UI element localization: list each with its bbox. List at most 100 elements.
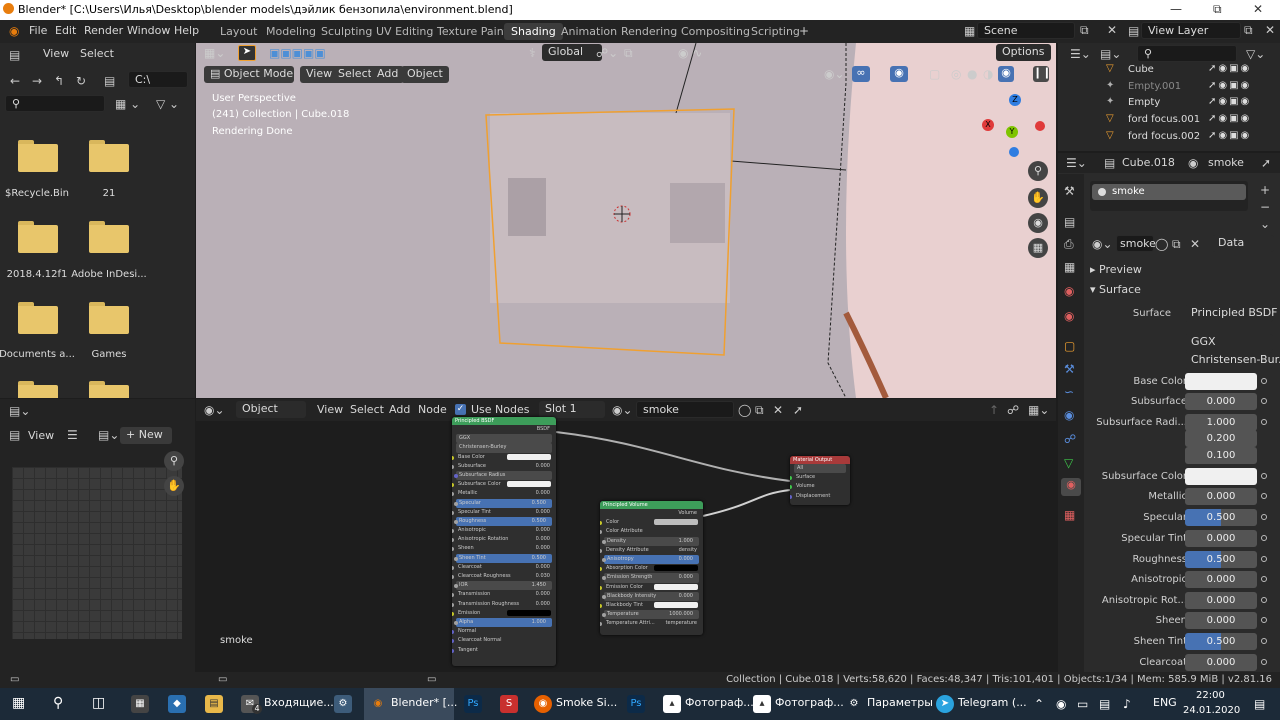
socket-icon[interactable] bbox=[600, 548, 602, 553]
principled-bsdf-node[interactable]: Principled BSDF BSDF GGX Christensen-Burl… bbox=[452, 417, 556, 666]
firefox-icon[interactable]: ◉ bbox=[534, 695, 552, 713]
photos-icon[interactable]: ▴ bbox=[663, 695, 681, 713]
folder-icon[interactable] bbox=[18, 381, 58, 398]
node-input-row[interactable]: Clearcoat Roughness 0.030 bbox=[452, 572, 556, 581]
settings-gear-icon[interactable]: ⚙ bbox=[845, 695, 863, 713]
color-swatch[interactable] bbox=[654, 583, 698, 590]
menu-edit[interactable]: Edit bbox=[55, 24, 76, 37]
fb-view-menu[interactable]: View bbox=[43, 47, 69, 60]
subsurface-method-dropdown[interactable]: Christensen-Bur... bbox=[1185, 352, 1280, 369]
forward-arrow-icon[interactable]: → bbox=[32, 74, 42, 88]
distribution-dropdown[interactable]: GGX bbox=[1185, 334, 1273, 351]
editor-type-icon[interactable]: ▤ bbox=[9, 48, 20, 62]
fb-search-field[interactable]: ⚲ bbox=[5, 95, 105, 112]
node-input-row[interactable]: Anisotropic 0.000 bbox=[452, 526, 556, 535]
folder-label[interactable]: Adobe InDesi... bbox=[64, 269, 154, 280]
filter-icon[interactable]: ▽⌄ bbox=[1246, 47, 1265, 61]
link-socket-icon[interactable] bbox=[1261, 398, 1267, 404]
scene-tab-icon[interactable]: ◉ bbox=[1064, 284, 1074, 298]
link-socket-icon[interactable] bbox=[1261, 493, 1267, 499]
outliner-item[interactable]: ▽ Cube ➚◉▣◉ bbox=[1090, 63, 1280, 79]
search-icon[interactable]: ⚲ bbox=[53, 696, 63, 710]
node-input-row[interactable]: IOR 1.450 bbox=[454, 581, 552, 591]
property-value[interactable]: 0.500 bbox=[1185, 551, 1257, 568]
tool-tab-icon[interactable]: ⚒ bbox=[1064, 184, 1075, 198]
clock-time[interactable]: 22:00 bbox=[1196, 690, 1225, 701]
calculator-icon[interactable]: ▦ bbox=[131, 695, 149, 713]
link-socket-icon[interactable] bbox=[1261, 556, 1267, 562]
photoshop-icon[interactable]: Ps bbox=[464, 695, 482, 713]
tray-expand-icon[interactable]: ⌃ bbox=[1034, 697, 1044, 711]
socket-icon[interactable] bbox=[600, 585, 602, 590]
outliner-item[interactable]: ▽ ford focus.002 ➚◉▣◉ bbox=[1090, 130, 1280, 146]
node-input-row[interactable]: Sheen 0.000 bbox=[452, 544, 556, 553]
socket-icon[interactable] bbox=[602, 539, 606, 544]
socket-icon[interactable] bbox=[790, 485, 792, 490]
link-dropdown[interactable]: Data bbox=[1212, 235, 1274, 252]
outliner-item[interactable]: ✦ Empty ➚◉▣◉ bbox=[1090, 96, 1280, 112]
3d-viewport[interactable]: User Perspective (241) Collection | Cube… bbox=[196, 43, 1056, 398]
gizmo-neg-z[interactable] bbox=[1009, 147, 1019, 157]
link-socket-icon[interactable] bbox=[1261, 576, 1267, 582]
property-value[interactable]: 1.000 bbox=[1185, 414, 1257, 431]
visibility-toggles[interactable]: ➚◉▣◉ bbox=[1208, 130, 1251, 141]
outliner-search[interactable]: ⚲ bbox=[1137, 45, 1237, 62]
taskbar-item-photos-2[interactable]: Фотограф... bbox=[775, 696, 844, 709]
socket-icon[interactable] bbox=[452, 538, 454, 543]
property-value[interactable]: 0.000 bbox=[1185, 571, 1257, 588]
select-tool-icon[interactable]: ➤ bbox=[238, 45, 256, 61]
ortho-grid-icon[interactable]: ▦ bbox=[1028, 238, 1048, 258]
socket-icon[interactable] bbox=[452, 593, 454, 598]
node-input-row[interactable]: Blackbody Intensity 0.000 bbox=[602, 591, 699, 601]
taskbar-item-photos-1[interactable]: Фотограф... bbox=[685, 696, 754, 709]
node-input-row[interactable]: Density 1.000 bbox=[602, 536, 699, 546]
visibility-toggles[interactable]: ➚◉▣◉ bbox=[1208, 80, 1251, 91]
node-input-row[interactable]: Metallic 0.000 bbox=[452, 489, 556, 498]
node-input-row[interactable]: Clearcoat 0.000 bbox=[452, 563, 556, 572]
pivot-icon[interactable]: ☍⌄ bbox=[596, 46, 618, 60]
link-socket-icon[interactable] bbox=[1261, 473, 1267, 479]
socket-icon[interactable] bbox=[790, 476, 792, 481]
material-slot-item[interactable]: smoke bbox=[1092, 184, 1246, 200]
tab-texture-paint[interactable]: Texture Paint bbox=[430, 23, 515, 40]
color-swatch[interactable] bbox=[507, 609, 551, 616]
taskbar-item-firefox[interactable]: Smoke Si... bbox=[556, 696, 617, 709]
slot-specials-icon[interactable]: ⌄ bbox=[1260, 217, 1270, 231]
visibility-icon[interactable]: ◉⌄ bbox=[824, 67, 845, 81]
clock-date[interactable]: 24.01.2020 bbox=[1183, 705, 1240, 716]
keyboard-language[interactable]: ENG bbox=[1153, 696, 1177, 709]
minimize-button[interactable]: — bbox=[1170, 2, 1182, 16]
outliner-item[interactable]: ✦ Empty.001 ➚◉▣◉ bbox=[1090, 80, 1280, 96]
blender-menu-icon[interactable]: ◉ bbox=[9, 24, 19, 38]
node-input-row[interactable]: Emission bbox=[452, 609, 556, 618]
link-socket-icon[interactable] bbox=[1261, 617, 1267, 623]
node-input-row[interactable]: Color Attribute bbox=[600, 527, 703, 536]
image-view-menu[interactable]: View bbox=[28, 429, 54, 442]
options-button[interactable]: Options bbox=[996, 44, 1051, 61]
editor-type-icon[interactable]: ▤⌄ bbox=[9, 404, 30, 418]
node-input-row[interactable]: Anisotropy 0.000 bbox=[602, 554, 699, 565]
node-input-row[interactable]: Temperature 1000.000 bbox=[602, 610, 699, 620]
node-input-row[interactable]: Alpha 1.000 bbox=[454, 617, 552, 628]
new-folder-icon[interactable]: ▤ bbox=[104, 74, 115, 88]
socket-icon[interactable] bbox=[452, 630, 454, 635]
color-swatch[interactable] bbox=[507, 453, 551, 460]
tab-scripting[interactable]: Scripting bbox=[744, 23, 807, 40]
socket-icon[interactable] bbox=[600, 521, 602, 526]
unlink-material-icon[interactable]: ✕ bbox=[1190, 237, 1200, 251]
viewport-object-menu[interactable]: Object bbox=[401, 66, 449, 83]
socket-icon[interactable] bbox=[452, 464, 454, 469]
material-output-node[interactable]: Material Output All Surface Volume Displ… bbox=[790, 456, 850, 505]
node-input-row[interactable]: Color bbox=[600, 518, 703, 527]
color-swatch[interactable] bbox=[654, 565, 698, 572]
node-input-row[interactable]: Sheen Tint 0.500 bbox=[454, 553, 552, 563]
socket-icon[interactable] bbox=[454, 473, 458, 478]
link-socket-icon[interactable] bbox=[1261, 514, 1267, 520]
node-input-row[interactable]: Base Color bbox=[452, 453, 556, 462]
node-input-row[interactable]: Emission Color bbox=[600, 583, 703, 592]
node-input-row[interactable]: Roughness 0.500 bbox=[454, 516, 552, 527]
network-icon[interactable]: ▤ bbox=[1099, 697, 1110, 711]
rendered-shading-icon[interactable]: ◉ bbox=[998, 66, 1014, 82]
color-swatch[interactable] bbox=[1185, 468, 1257, 485]
fake-user-icon[interactable]: ◯ bbox=[1155, 237, 1168, 251]
